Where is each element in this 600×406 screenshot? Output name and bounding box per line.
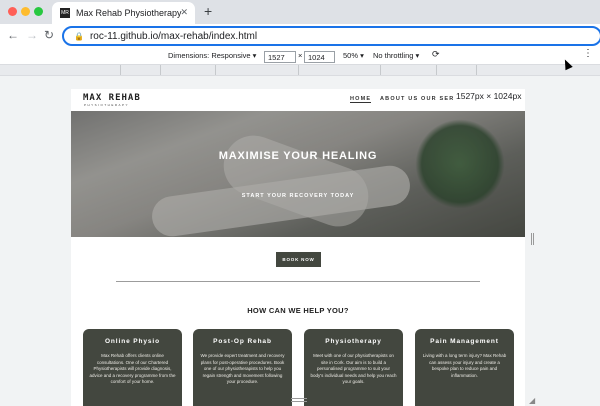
card-text: Meet with one of our physiotherapists on…: [310, 353, 397, 384]
browser-toolbar: ← → ↻ 🔒 roc-11.github.io/max-rehab/index…: [0, 24, 600, 48]
rotate-icon[interactable]: ⟳: [432, 49, 440, 60]
viewport-resize-corner-icon[interactable]: ◢: [529, 396, 535, 405]
nav-about-us[interactable]: ABOUT US: [380, 96, 418, 102]
service-card-post-op-rehab[interactable]: Post-Op Rehab We provide expert treatmen…: [193, 329, 292, 406]
emulated-page: MAX REHAB PHYSIOTHERAPY HOME ABOUT US OU…: [71, 89, 525, 406]
tab-strip: MR Max Rehab Physiotherapy ✕ +: [0, 0, 600, 24]
section-divider: [116, 281, 480, 282]
zoom-dropdown[interactable]: 50% ▾: [343, 51, 364, 60]
service-card-physiotherapy[interactable]: Physiotherapy Meet with one of our physi…: [304, 329, 403, 406]
reload-button[interactable]: ↻: [44, 28, 54, 42]
hero-banner: MAXIMISE YOUR HEALING START YOUR RECOVER…: [71, 111, 525, 237]
card-text: We provide expert treatment and recovery…: [200, 353, 285, 384]
viewport-resize-handle-right[interactable]: [531, 233, 534, 245]
hero-subtitle: START YOUR RECOVERY TODAY: [241, 193, 355, 199]
service-card-online-physio[interactable]: Online Physio Max Rehab offers clients o…: [83, 329, 182, 406]
book-now-button[interactable]: BOOK NOW: [276, 252, 321, 267]
new-tab-button[interactable]: +: [204, 3, 212, 19]
tab-title: Max Rehab Physiotherapy: [76, 8, 182, 18]
times-label: ×: [298, 51, 303, 60]
minimize-window-button[interactable]: [21, 7, 30, 16]
card-title: Physiotherapy: [325, 338, 382, 345]
site-logo-subtitle: PHYSIOTHERAPY: [84, 103, 130, 107]
card-title: Online Physio: [104, 338, 161, 345]
card-text: Living with a long term injury? Max Reha…: [422, 353, 507, 378]
url-text[interactable]: roc-11.github.io/max-rehab/index.html: [90, 31, 257, 42]
more-options-icon[interactable]: ⋮: [583, 48, 593, 59]
help-heading: HOW CAN WE HELP YOU?: [247, 306, 349, 315]
media-query-ruler[interactable]: [0, 64, 600, 76]
back-button[interactable]: ←: [7, 28, 19, 42]
service-card-pain-management[interactable]: Pain Management Living with a long term …: [415, 329, 514, 406]
card-title: Post-Op Rehab: [213, 338, 272, 345]
hero-overlay: [71, 111, 525, 237]
dimensions-dropdown[interactable]: Dimensions: Responsive ▾: [168, 51, 256, 60]
viewport-size-badge: 1527px × 1024px: [453, 89, 525, 103]
lock-icon[interactable]: 🔒: [74, 32, 84, 41]
viewport-right-gutter: [525, 89, 540, 406]
site-logo[interactable]: MAX REHAB: [83, 93, 141, 103]
card-text: Max Rehab offers clients online consulta…: [89, 353, 176, 384]
height-input[interactable]: 1024: [304, 51, 335, 63]
tab-max-rehab[interactable]: MR Max Rehab Physiotherapy ✕: [52, 2, 195, 24]
nav-home[interactable]: HOME: [350, 96, 372, 103]
throttling-dropdown[interactable]: No throttling ▾: [373, 51, 419, 60]
forward-button[interactable]: →: [26, 28, 38, 42]
hero-title: MAXIMISE YOUR HEALING: [218, 150, 378, 162]
card-title: Pain Management: [430, 338, 499, 345]
width-input[interactable]: 1527: [264, 51, 296, 63]
address-bar[interactable]: 🔒 roc-11.github.io/max-rehab/index.html: [62, 26, 600, 46]
viewport-resize-handle-bottom[interactable]: [291, 398, 307, 402]
site-favicon-icon: MR: [60, 8, 70, 18]
close-window-button[interactable]: [8, 7, 17, 16]
browser-window: MR Max Rehab Physiotherapy ✕ + ← → ↻ 🔒 r…: [0, 0, 600, 406]
maximize-window-button[interactable]: [34, 7, 43, 16]
device-toolbar: Dimensions: Responsive ▾ 1527 × 1024 50%…: [0, 48, 600, 64]
close-icon[interactable]: ✕: [180, 7, 188, 18]
